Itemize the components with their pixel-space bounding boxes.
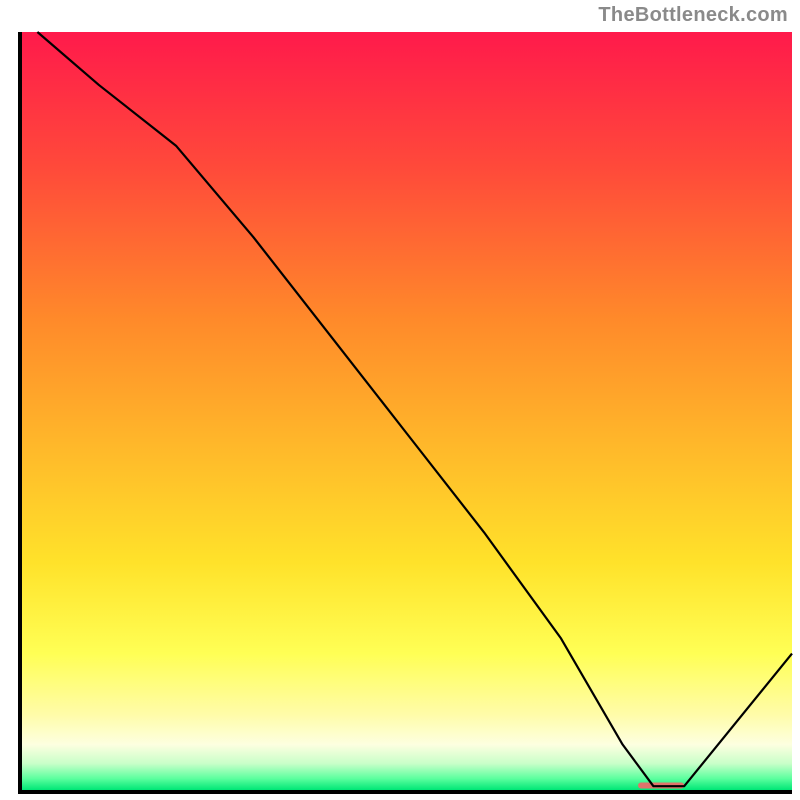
bottleneck-chart xyxy=(0,0,800,800)
plot-background xyxy=(22,32,792,790)
attribution-text: TheBottleneck.com xyxy=(598,4,788,27)
